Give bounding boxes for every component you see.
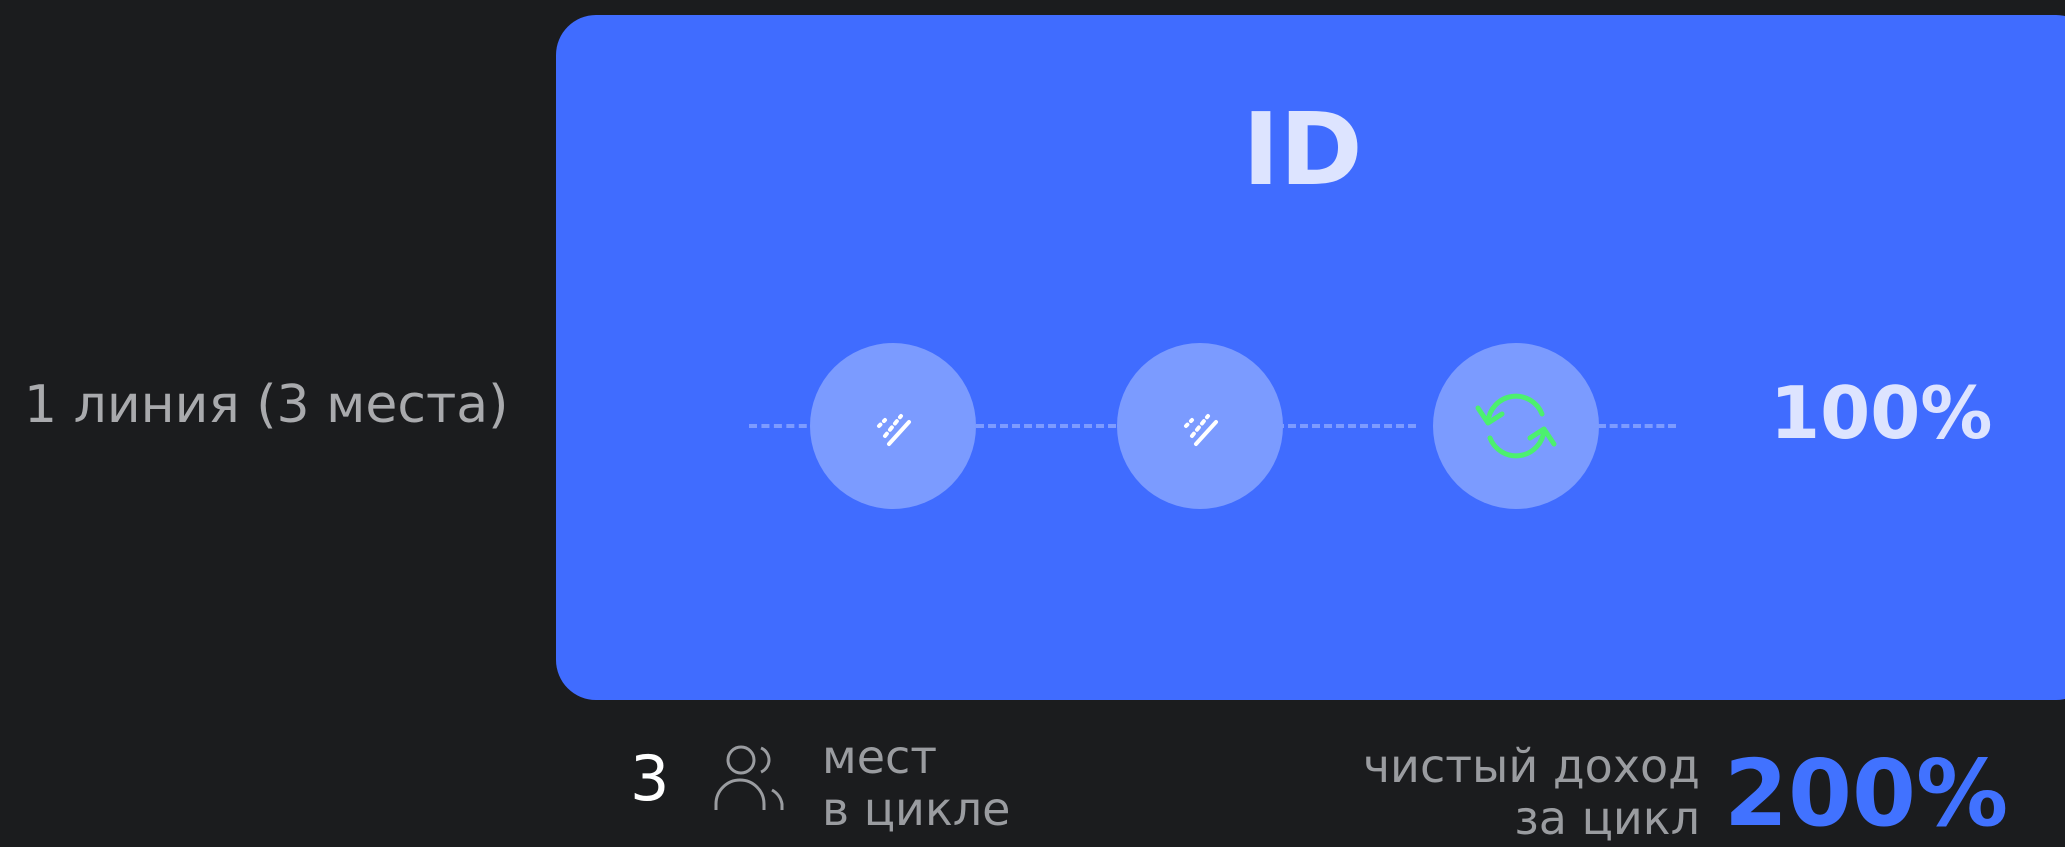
slot-1[interactable] [810, 343, 976, 509]
stripes-icon [865, 398, 921, 454]
slot-3[interactable] [1433, 343, 1599, 509]
income-value: 200% [1724, 740, 2009, 847]
refresh-icon [1468, 378, 1564, 474]
connector-line-tail [1598, 424, 1676, 428]
seats-label: мест в цикле [822, 731, 1010, 835]
slot-2[interactable] [1117, 343, 1283, 509]
card-percent: 100% [1770, 371, 1993, 455]
people-icon [712, 740, 788, 820]
stripes-icon [1172, 398, 1228, 454]
seats-count: 3 [630, 742, 670, 815]
income-label-line2: за цикл [1514, 791, 1700, 845]
income-label: чистый доход за цикл [1280, 740, 1700, 844]
seats-label-line2: в цикле [822, 782, 1011, 836]
seats-label-line1: мест [822, 730, 938, 784]
matrix-card: ID 100% [556, 15, 2065, 700]
connector-line-right [1276, 424, 1416, 428]
line-label: 1 линия (3 места) [24, 375, 509, 435]
card-title: ID [1242, 91, 1363, 208]
income-label-line1: чистый доход [1362, 739, 1700, 793]
